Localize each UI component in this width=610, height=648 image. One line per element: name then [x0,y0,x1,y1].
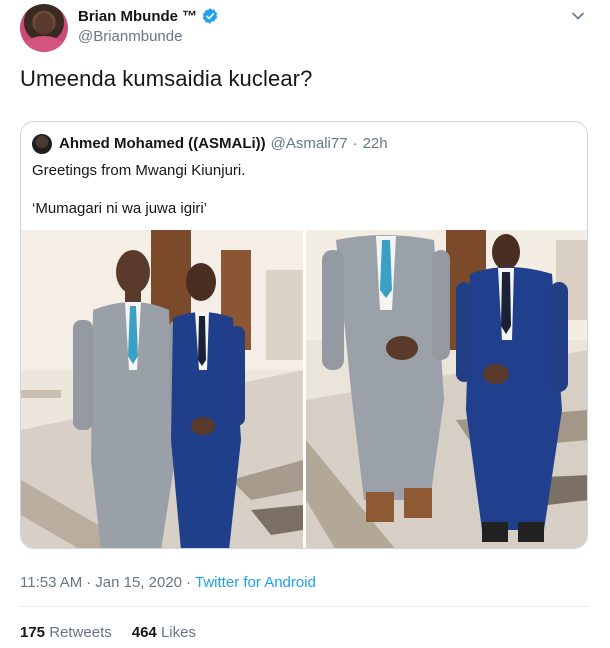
quoted-tweet[interactable]: Ahmed Mohamed ((ASMALi)) @Asmali77 · 22h… [20,121,588,549]
retweets-label: Retweets [49,624,112,641]
tweet-date[interactable]: Jan 15, 2020 [95,574,182,591]
verified-badge-icon [202,8,218,24]
divider [20,606,588,607]
photo-left[interactable] [21,230,303,548]
photo-right[interactable] [306,230,587,548]
author-name-row: Brian Mbunde ™ [78,7,219,25]
author-handle[interactable]: @Brianmbunde [78,28,182,45]
tweet-meta: 11:53 AM · Jan 15, 2020 · Twitter for An… [20,574,316,591]
quoted-tweet-header: Ahmed Mohamed ((ASMALi)) @Asmali77 · 22h [59,135,388,152]
tweet-stats: 175 Retweets 464 Likes [20,624,196,641]
likes-stat[interactable]: 464 Likes [132,624,196,641]
retweets-count: 175 [20,624,46,641]
quoted-author-name[interactable]: Ahmed Mohamed ((ASMALi)) [59,135,266,152]
quoted-tweet-text-line1: Greetings from Mwangi Kiunjuri. [32,162,246,179]
tweet-source-link[interactable]: Twitter for Android [195,574,316,591]
photo-right-image [306,230,587,548]
quoted-separator: · [352,135,358,152]
photo-left-image [21,230,303,548]
tweet-text: Umeenda kumsaidia kuclear? [20,66,313,91]
quoted-author-avatar[interactable] [32,134,52,154]
meta-separator-2: · [186,574,192,591]
retweets-stat[interactable]: 175 Retweets [20,624,112,641]
quoted-timestamp[interactable]: 22h [363,135,388,152]
likes-label: Likes [160,624,196,641]
likes-count: 464 [131,624,157,641]
author-display-name[interactable]: Brian Mbunde ™ [78,8,197,25]
quoted-tweet-text-line2: ‘Mumagari ni wa juwa igiri’ [32,200,208,217]
tweet-time[interactable]: 11:53 AM [20,574,82,591]
tweet: Brian Mbunde ™ @Brianmbunde Umeenda kums… [0,0,610,648]
meta-separator: · [86,574,92,591]
chevron-down-icon[interactable] [570,8,586,24]
author-avatar[interactable] [20,4,68,52]
quoted-author-handle[interactable]: @Asmali77 [271,135,348,152]
